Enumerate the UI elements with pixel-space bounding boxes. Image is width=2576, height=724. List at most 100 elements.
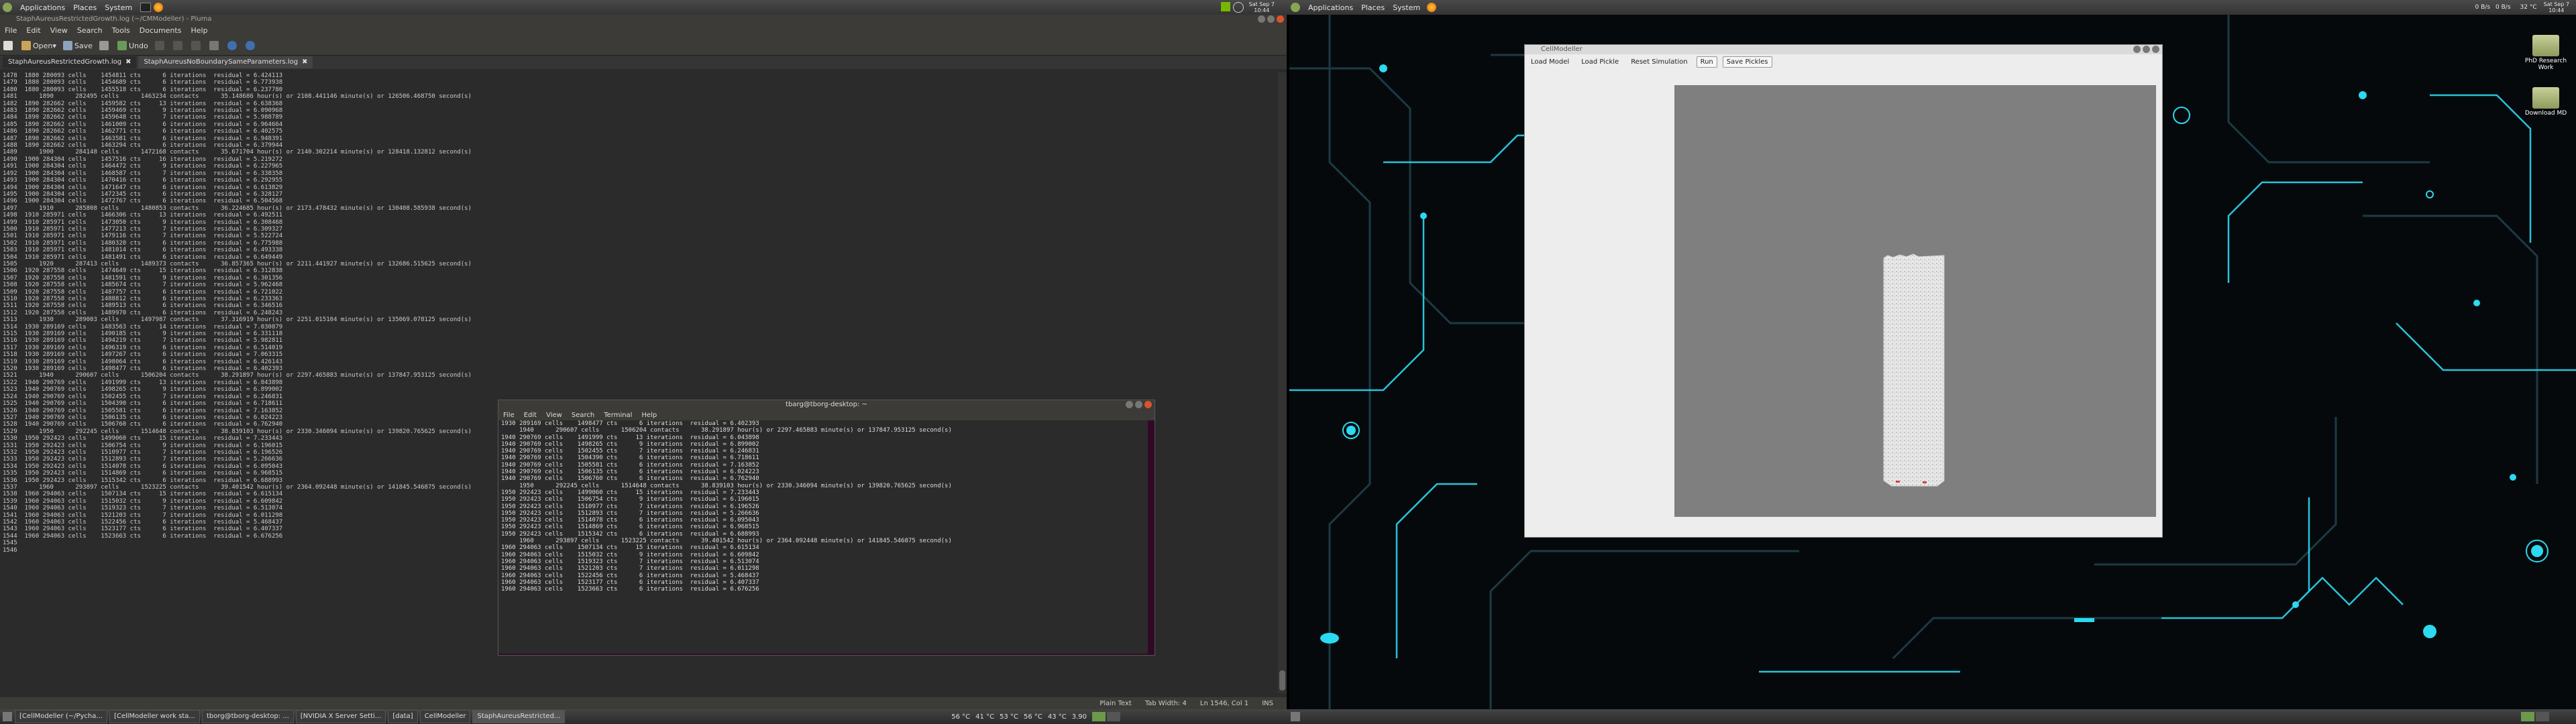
terminal-titlebar[interactable]: tbarg@tborg-desktop: ~ [498, 400, 1155, 410]
task-6[interactable]: StaphAureusRestricted... [472, 710, 566, 723]
menu-terminal[interactable]: Terminal [604, 412, 632, 419]
cellmodeller-toolbar: Load Model Load Pickle Reset Simulation … [1525, 54, 2162, 69]
tab-restricted-growth[interactable]: StaphAureusRestrictedGrowth.log ✖ [3, 56, 137, 68]
menu-view[interactable]: View [50, 26, 68, 35]
close-button[interactable] [1144, 401, 1152, 408]
minimize-button[interactable] [1258, 15, 1265, 23]
task-4[interactable]: [data] [388, 710, 418, 723]
maximize-button[interactable] [2143, 46, 2150, 53]
close-button[interactable] [2152, 46, 2159, 53]
bottom-panel-left: [CellModeller (~/Pycha... [CellModeller … [0, 709, 1288, 724]
folder-open-icon [21, 41, 31, 50]
task-5[interactable]: CellModeller [419, 710, 471, 723]
reset-simulation-button[interactable]: Reset Simulation [1627, 57, 1690, 67]
cut-icon [172, 41, 182, 50]
copy-icon [191, 41, 201, 50]
terminal-window: tbarg@tborg-desktop: ~ File Edit View Se… [498, 400, 1155, 656]
open-button[interactable]: Open ▾ [21, 41, 56, 50]
terminal-output[interactable]: 1930 289169 cells 1498477 cts 6 iteratio… [498, 420, 1148, 654]
task-0[interactable]: [CellModeller (~/Pycha... [15, 710, 107, 723]
menu-system[interactable]: System [105, 3, 132, 12]
menu-search[interactable]: Search [77, 26, 103, 35]
tray-icons[interactable] [1220, 2, 1244, 13]
bottom-panel-right [1288, 709, 2576, 724]
run-button[interactable]: Run [1696, 56, 1717, 68]
pluma-menubar: File Edit View Search Tools Documents He… [0, 24, 1287, 36]
redo-icon [154, 41, 164, 50]
simulation-viewport[interactable] [1674, 85, 2156, 517]
menu-help[interactable]: Help [641, 412, 657, 419]
load-model-button[interactable]: Load Model [1527, 57, 1572, 67]
distro-menu-icon[interactable] [3, 3, 12, 12]
minimize-button[interactable] [2133, 46, 2141, 53]
load-pickle-button[interactable]: Load Pickle [1578, 57, 1622, 67]
firefox-launcher-icon[interactable] [1427, 3, 1437, 12]
copy-button[interactable] [191, 41, 203, 50]
syntax-mode[interactable]: Plain Text [1099, 700, 1131, 707]
sensor-3: 56 °C [1023, 713, 1042, 721]
menu-system[interactable]: System [1393, 3, 1420, 12]
terminal-content[interactable]: 1930 289169 cells 1498477 cts 6 iteratio… [498, 420, 1148, 593]
menu-tools[interactable]: Tools [112, 26, 130, 35]
pluma-statusbar: Plain Text Tab Width: 4 Ln 1546, Col 1 I… [0, 697, 1287, 709]
desktop-icon-download[interactable]: Download MD [2522, 87, 2569, 117]
vertical-scrollbar[interactable] [1278, 72, 1287, 693]
show-desktop-icon[interactable] [1291, 712, 1300, 721]
menu-edit[interactable]: Edit [26, 26, 40, 35]
task-3[interactable]: [NVIDIA X Server Setti... [295, 710, 386, 723]
top-panel-right: Applications Places System 0 B/s 0 B/s 3… [1288, 0, 2576, 15]
undo-button[interactable]: Undo [117, 41, 148, 50]
folder-icon [2532, 35, 2559, 56]
maximize-button[interactable] [1135, 401, 1142, 408]
menu-applications[interactable]: Applications [1308, 3, 1353, 12]
cursor-position: Ln 1546, Col 1 [1199, 699, 1249, 707]
menu-edit[interactable]: Edit [524, 412, 537, 419]
workspace-switcher[interactable] [2521, 712, 2549, 721]
print-button[interactable] [99, 41, 111, 50]
redo-button[interactable] [154, 41, 166, 50]
sensor-4: 43 °C [1047, 713, 1067, 721]
menu-file[interactable]: File [5, 26, 17, 35]
save-button[interactable]: Save [62, 41, 93, 50]
terminal-title: tbarg@tborg-desktop: ~ [786, 401, 867, 408]
paste-icon [209, 41, 219, 50]
workspace-switcher[interactable] [1092, 712, 1120, 721]
task-2[interactable]: tborg@tborg-desktop: ... [201, 710, 294, 723]
minimize-button[interactable] [1126, 401, 1133, 408]
desktop-icon-phd-research[interactable]: PhD Research Work [2522, 35, 2569, 71]
menu-applications[interactable]: Applications [20, 3, 65, 12]
clock-right[interactable]: Sat Sep 7 10:44 [2544, 1, 2569, 13]
close-tab-icon[interactable]: ✖ [302, 56, 307, 68]
show-desktop-icon[interactable] [3, 712, 12, 721]
clock-left[interactable]: Sat Sep 7 10:44 [1249, 1, 1275, 13]
nvidia-icon[interactable] [1220, 2, 1230, 11]
cellmodeller-titlebar[interactable]: CellModeller [1525, 45, 2162, 54]
new-button[interactable] [3, 41, 15, 50]
menu-places[interactable]: Places [73, 3, 97, 12]
menu-documents[interactable]: Documents [140, 26, 182, 35]
menu-places[interactable]: Places [1361, 3, 1385, 12]
close-button[interactable] [1277, 15, 1284, 23]
distro-menu-icon[interactable] [1291, 3, 1300, 12]
firefox-launcher-icon[interactable] [154, 3, 164, 12]
task-1[interactable]: [CellModeller work sta... [109, 710, 200, 723]
menu-search[interactable]: Search [572, 412, 594, 419]
menu-help[interactable]: Help [191, 26, 207, 35]
pluma-titlebar[interactable]: StaphAureusRestrictedGrowth.log (~/CMMod… [0, 15, 1287, 24]
net-down: 0 B/s [2475, 4, 2491, 11]
menu-file[interactable]: File [503, 412, 515, 419]
maximize-button[interactable] [1267, 15, 1275, 23]
replace-button[interactable] [245, 41, 257, 50]
tab-no-boundary[interactable]: StaphAureusNoBoundarySameParameters.log ✖ [138, 56, 313, 68]
cut-button[interactable] [172, 41, 184, 50]
menu-view[interactable]: View [546, 412, 562, 419]
close-tab-icon[interactable]: ✖ [125, 56, 131, 68]
tab-width[interactable]: Tab Width: 4 [1145, 700, 1187, 707]
save-icon [62, 41, 72, 50]
save-pickles-button[interactable]: Save Pickles [1722, 56, 1772, 68]
power-icon[interactable] [1232, 2, 1244, 13]
sensor-1: 41 °C [975, 713, 995, 721]
paste-button[interactable] [209, 41, 221, 50]
find-button[interactable] [227, 41, 239, 50]
terminal-launcher-icon[interactable] [140, 3, 152, 12]
